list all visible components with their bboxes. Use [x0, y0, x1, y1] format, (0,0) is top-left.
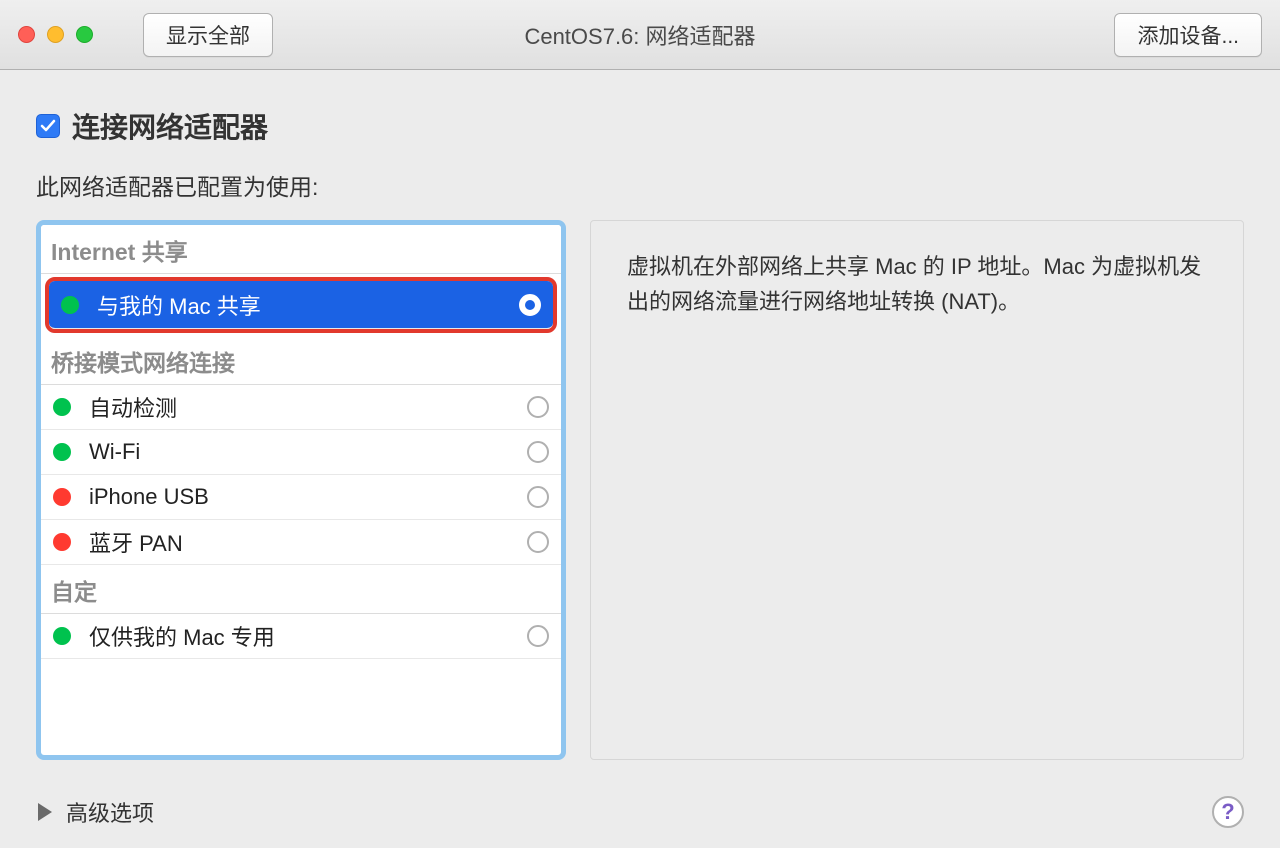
- option-label: 蓝牙 PAN: [89, 526, 527, 558]
- status-dot-icon: [53, 488, 71, 506]
- minimize-icon[interactable]: [47, 26, 64, 43]
- settings-window: 显示全部 CentOS7.6: 网络适配器 添加设备... 连接网络适配器 此网…: [0, 0, 1280, 848]
- option-mac-only[interactable]: 仅供我的 Mac 专用: [41, 614, 561, 659]
- annotation-highlight: 与我的 Mac 共享: [45, 277, 557, 333]
- status-dot-icon: [53, 443, 71, 461]
- radio-selected-icon[interactable]: [519, 294, 541, 316]
- disclosure-triangle-icon: [38, 803, 52, 821]
- option-iphone-usb[interactable]: iPhone USB: [41, 475, 561, 520]
- footer: 高级选项 ?: [36, 782, 1244, 828]
- connect-adapter-row: 连接网络适配器: [36, 106, 1244, 146]
- radio-icon[interactable]: [527, 531, 549, 553]
- advanced-options-label: 高级选项: [66, 796, 154, 828]
- config-description-label: 此网络适配器已配置为使用:: [36, 168, 1244, 202]
- option-label: 仅供我的 Mac 专用: [89, 620, 527, 652]
- help-button[interactable]: ?: [1212, 796, 1244, 828]
- radio-icon[interactable]: [527, 441, 549, 463]
- show-all-button[interactable]: 显示全部: [143, 13, 273, 57]
- status-dot-icon: [61, 296, 79, 314]
- group-header-custom: 自定: [41, 565, 561, 614]
- group-header-internet-sharing: Internet 共享: [41, 225, 561, 274]
- radio-icon[interactable]: [527, 486, 549, 508]
- status-dot-icon: [53, 533, 71, 551]
- radio-icon[interactable]: [527, 396, 549, 418]
- option-label: Wi-Fi: [89, 439, 527, 465]
- option-label: iPhone USB: [89, 484, 527, 510]
- radio-icon[interactable]: [527, 625, 549, 647]
- network-mode-list: Internet 共享 与我的 Mac 共享 桥接模式网络连接 自动检测: [36, 220, 566, 760]
- option-bluetooth-pan[interactable]: 蓝牙 PAN: [41, 520, 561, 565]
- connect-adapter-checkbox[interactable]: [36, 114, 60, 138]
- check-icon: [40, 118, 56, 134]
- status-dot-icon: [53, 398, 71, 416]
- add-device-button[interactable]: 添加设备...: [1114, 13, 1262, 57]
- option-label: 自动检测: [89, 391, 527, 423]
- traffic-lights: [18, 26, 93, 43]
- titlebar: 显示全部 CentOS7.6: 网络适配器 添加设备...: [0, 0, 1280, 70]
- mode-description-text: 虚拟机在外部网络上共享 Mac 的 IP 地址。Mac 为虚拟机发出的网络流量进…: [627, 254, 1201, 314]
- connect-adapter-label: 连接网络适配器: [72, 106, 268, 146]
- maximize-icon[interactable]: [76, 26, 93, 43]
- option-wifi[interactable]: Wi-Fi: [41, 430, 561, 475]
- option-autodetect[interactable]: 自动检测: [41, 385, 561, 430]
- mode-description-panel: 虚拟机在外部网络上共享 Mac 的 IP 地址。Mac 为虚拟机发出的网络流量进…: [590, 220, 1244, 760]
- content-area: 连接网络适配器 此网络适配器已配置为使用: Internet 共享 与我的 Ma…: [0, 70, 1280, 848]
- panes: Internet 共享 与我的 Mac 共享 桥接模式网络连接 自动检测: [36, 220, 1244, 782]
- advanced-options-toggle[interactable]: 高级选项: [38, 796, 154, 828]
- option-label: 与我的 Mac 共享: [97, 289, 519, 321]
- status-dot-icon: [53, 627, 71, 645]
- close-icon[interactable]: [18, 26, 35, 43]
- option-share-with-mac[interactable]: 与我的 Mac 共享: [49, 281, 553, 329]
- group-header-bridged: 桥接模式网络连接: [41, 336, 561, 385]
